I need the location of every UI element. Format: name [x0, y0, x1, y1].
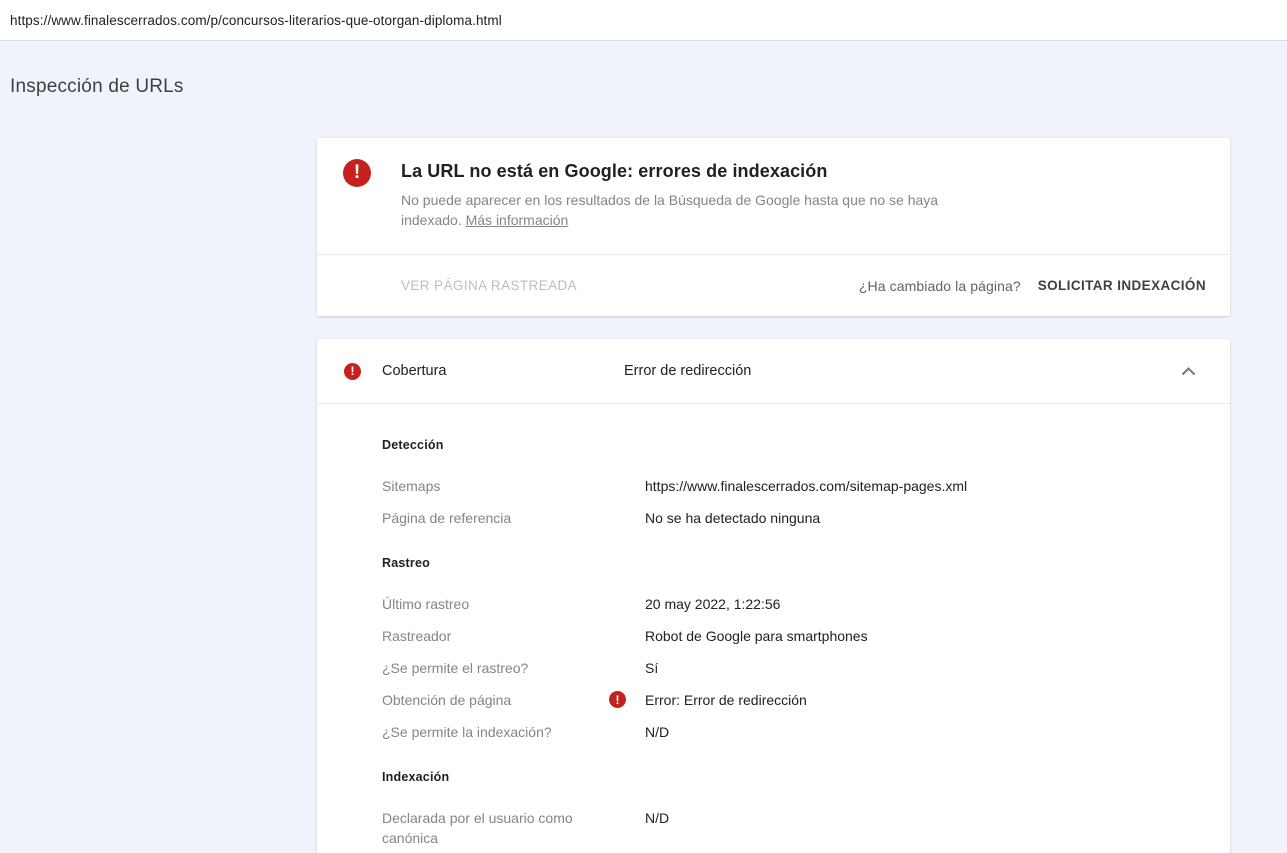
status-card-footer: VER PÁGINA RASTREADA ¿Ha cambiado la pág… [317, 254, 1230, 316]
row-value-text: Error: Error de redirección [645, 692, 807, 708]
section-deteccion: Detección Sitemaps https://www.finalesce… [382, 437, 1206, 528]
section-heading: Detección [382, 438, 444, 452]
status-card-main: La URL no está en Google: errores de ind… [317, 138, 1230, 254]
row-value: https://www.finalescerrados.com/sitemap-… [645, 478, 968, 494]
row-value: Robot de Google para smartphones [645, 628, 868, 644]
page-title: Inspección de URLs [10, 76, 184, 97]
section-heading: Rastreo [382, 556, 430, 570]
coverage-error-icon [344, 362, 361, 380]
row-label: Página de referencia [382, 510, 512, 526]
detail-row-indexing-allowed: ¿Se permite la indexación? N/D [382, 722, 1206, 742]
detail-row-referring-page: Página de referencia No se ha detectado … [382, 508, 1206, 528]
row-value: Sí [645, 660, 659, 676]
detail-row-user-canonical: Declarada por el usuario como canónica N… [382, 808, 1206, 848]
detail-row-last-crawl: Último rastreo 20 may 2022, 1:22:56 [382, 594, 1206, 614]
row-label: Sitemaps [382, 478, 441, 494]
page-changed-question: ¿Ha cambiado la página? [858, 277, 1021, 294]
row-value: Error: Error de redirección [609, 690, 807, 710]
row-label: ¿Se permite la indexación? [382, 724, 552, 740]
status-title: La URL no está en Google: errores de ind… [401, 161, 828, 181]
section-indexacion: Indexación Declarada por el usuario como… [382, 769, 1206, 848]
coverage-card: Cobertura Error de redirección Detección… [317, 339, 1230, 853]
row-label: Rastreador [382, 628, 452, 644]
row-label: ¿Se permite el rastreo? [382, 660, 529, 676]
detail-row-crawler: Rastreador Robot de Google para smartpho… [382, 626, 1206, 646]
row-label: Declarada por el usuario como canónica [382, 810, 573, 846]
coverage-body: Detección Sitemaps https://www.finalesce… [317, 404, 1230, 853]
row-value: N/D [645, 724, 670, 740]
coverage-title: Cobertura [382, 363, 447, 379]
detail-row-page-fetch: Obtención de página Error: Error de redi… [382, 690, 1206, 710]
request-indexing-button[interactable]: SOLICITAR INDEXACIÓN [1038, 270, 1206, 301]
coverage-status: Error de redirección [624, 363, 752, 379]
view-crawled-page-button[interactable]: VER PÁGINA RASTREADA [401, 270, 577, 301]
fetch-error-icon [609, 691, 626, 708]
inspected-url-input[interactable]: https://www.finalescerrados.com/p/concur… [10, 13, 502, 28]
index-status-card: La URL no está en Google: errores de ind… [317, 138, 1230, 316]
error-exclamation-icon [343, 159, 371, 187]
footer-right-group: ¿Ha cambiado la página? SOLICITAR INDEXA… [859, 270, 1206, 301]
url-inspection-bar[interactable]: https://www.finalescerrados.com/p/concur… [0, 0, 1287, 41]
coverage-header[interactable]: Cobertura Error de redirección [317, 339, 1230, 404]
learn-more-link[interactable]: Más información [466, 212, 569, 228]
status-text-block: La URL no está en Google: errores de ind… [401, 159, 971, 230]
row-value: N/D [645, 810, 670, 826]
section-rastreo: Rastreo Último rastreo 20 may 2022, 1:22… [382, 555, 1206, 742]
section-heading: Indexación [382, 770, 450, 784]
row-label: Último rastreo [382, 596, 470, 612]
row-value: No se ha detectado ninguna [645, 510, 821, 526]
detail-row-crawl-allowed: ¿Se permite el rastreo? Sí [382, 658, 1206, 678]
chevron-up-icon[interactable] [1181, 366, 1196, 376]
detail-row-sitemaps: Sitemaps https://www.finalescerrados.com… [382, 476, 1206, 496]
row-label: Obtención de página [382, 692, 512, 708]
row-value: 20 may 2022, 1:22:56 [645, 596, 781, 612]
status-description: No puede aparecer en los resultados de l… [401, 190, 971, 230]
